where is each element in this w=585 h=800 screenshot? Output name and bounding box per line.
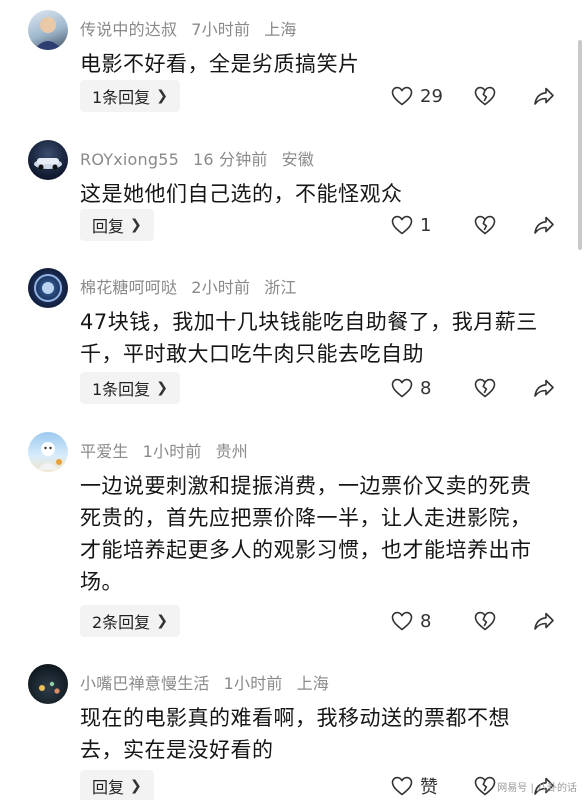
like-button[interactable]: 赞 (390, 770, 438, 800)
username[interactable]: 传说中的达叔 (80, 20, 177, 39)
reply-button[interactable]: 1条回复 ❯ (80, 80, 180, 112)
watermark: 网易号 | 八卦的话 (497, 783, 577, 794)
comment-meta: 平爱生 1小时前 贵州 (80, 438, 262, 462)
timestamp: 16 分钟前 (192, 150, 268, 169)
location: 贵州 (215, 442, 248, 461)
username[interactable]: 平爱生 (80, 442, 129, 461)
like-button[interactable]: 8 (390, 605, 431, 637)
avatar[interactable] (28, 664, 68, 704)
like-button[interactable]: 1 (390, 209, 431, 241)
broken-heart-icon (474, 611, 496, 631)
comment-text: 这是她他们自己选的，不能怪观众 (80, 182, 403, 206)
reply-button[interactable]: 回复 ❯ (80, 770, 154, 800)
dislike-button[interactable] (473, 209, 497, 241)
broken-heart-icon (474, 776, 496, 796)
location: 上海 (296, 674, 329, 693)
reply-label: 1条回复 (92, 380, 151, 399)
location: 安徽 (281, 150, 315, 169)
timestamp: 1小时前 (142, 442, 202, 461)
reply-button[interactable]: 2条回复 ❯ (80, 605, 180, 637)
like-button[interactable]: 8 (390, 372, 431, 404)
like-count: 8 (420, 377, 432, 399)
reply-button[interactable]: 1条回复 ❯ (80, 372, 180, 404)
share-button[interactable] (532, 80, 556, 112)
heart-outline-icon (391, 86, 413, 106)
share-button[interactable] (532, 372, 556, 404)
comment-meta: 传说中的达叔 7小时前 上海 (80, 16, 311, 40)
comment-meta: 小嘴巴禅意慢生活 1小时前 上海 (80, 670, 343, 694)
comment-meta: 棉花糖呵呵哒 2小时前 浙江 (80, 274, 311, 298)
username[interactable]: 棉花糖呵呵哒 (80, 278, 177, 297)
share-arrow-icon (534, 216, 554, 234)
timestamp: 2小时前 (191, 278, 251, 297)
heart-outline-icon (391, 215, 413, 235)
like-count: 赞 (420, 777, 438, 798)
share-arrow-icon (534, 379, 554, 397)
like-count: 29 (420, 85, 443, 107)
share-arrow-icon (534, 87, 554, 105)
broken-heart-icon (474, 378, 496, 398)
comment-text: 47块钱，我加十几块钱能吃自助餐了，我月薪三千，平时敢大口吃牛肉只能去吃自助 (80, 310, 538, 366)
reply-label: 1条回复 (92, 88, 151, 107)
avatar[interactable] (28, 268, 68, 308)
chevron-right-icon: ❯ (156, 613, 168, 629)
location: 上海 (264, 20, 297, 39)
timestamp: 7小时前 (191, 20, 251, 39)
broken-heart-icon (474, 86, 496, 106)
reply-label: 回复 (92, 217, 125, 236)
scrollbar[interactable] (578, 40, 582, 250)
timestamp: 1小时前 (223, 674, 283, 693)
share-button[interactable] (532, 605, 556, 637)
chevron-right-icon: ❯ (130, 217, 142, 233)
comment-text: 现在的电影真的难看啊，我移动送的票都不想去，实在是没好看的 (80, 706, 510, 762)
reply-label: 2条回复 (92, 613, 151, 632)
comment-text: 电影不好看，全是劣质搞笑片 (80, 52, 360, 76)
avatar[interactable] (28, 10, 68, 50)
location: 浙江 (264, 278, 297, 297)
reply-label: 回复 (92, 778, 125, 797)
dislike-button[interactable] (473, 605, 497, 637)
heart-outline-icon (391, 776, 413, 796)
chevron-right-icon: ❯ (130, 778, 142, 794)
share-arrow-icon (534, 612, 554, 630)
like-count: 8 (420, 610, 432, 632)
avatar[interactable] (28, 432, 68, 472)
comment-meta: ROYxiong55 16 分钟前 安徽 (80, 146, 328, 170)
comment-text: 一边说要刺激和提振消费，一边票价又卖的死贵死贵的，首先应把票价降一半，让人走进影… (80, 474, 532, 594)
avatar[interactable] (28, 140, 68, 180)
heart-outline-icon (391, 378, 413, 398)
like-count: 1 (420, 214, 432, 236)
username[interactable]: 小嘴巴禅意慢生活 (80, 674, 210, 693)
reply-button[interactable]: 回复 ❯ (80, 209, 154, 241)
share-button[interactable] (532, 209, 556, 241)
heart-outline-icon (391, 611, 413, 631)
broken-heart-icon (474, 215, 496, 235)
username[interactable]: ROYxiong55 (80, 150, 179, 169)
dislike-button[interactable] (473, 770, 497, 800)
dislike-button[interactable] (473, 80, 497, 112)
chevron-right-icon: ❯ (156, 380, 168, 396)
like-button[interactable]: 29 (390, 80, 443, 112)
dislike-button[interactable] (473, 372, 497, 404)
chevron-right-icon: ❯ (156, 88, 168, 104)
